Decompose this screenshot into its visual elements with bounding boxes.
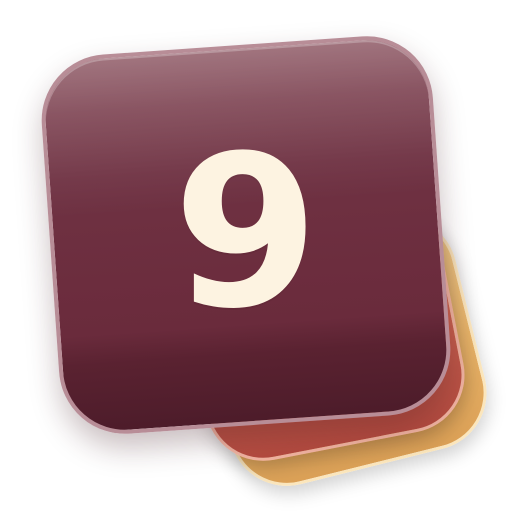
- app-icon: 9: [0, 0, 520, 515]
- number-label: 9: [172, 110, 319, 356]
- front-card: 9: [37, 31, 455, 439]
